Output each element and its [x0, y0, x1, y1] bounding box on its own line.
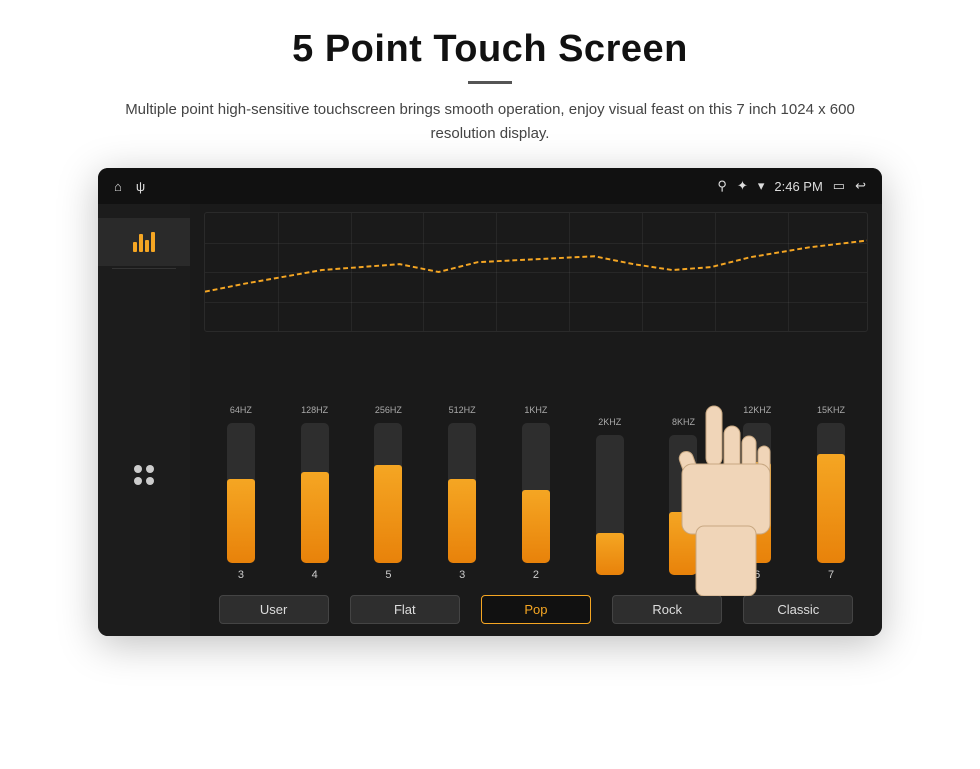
- page-wrapper: 5 Point Touch Screen Multiple point high…: [0, 0, 980, 636]
- slider-fill-0: [227, 479, 255, 563]
- sidebar-divider: [112, 268, 176, 269]
- title-divider: [468, 81, 512, 84]
- slider-col-12khz[interactable]: 12KHZ 6: [743, 405, 771, 581]
- sidebar-item-equalizer[interactable]: [98, 218, 190, 266]
- status-right: ⚲ ✦ ▾ 2:46 PM ▭ ↩: [717, 178, 866, 194]
- subtitle: Multiple point high-sensitive touchscree…: [120, 98, 860, 146]
- freq-label-6: 8KHZ: [672, 417, 695, 427]
- apps-icon: [134, 465, 154, 485]
- sliders-section: 64HZ 3 128HZ 4 256HZ 5 512HZ 3 1KHZ 2 2KHZ 8KHZ 12KH…: [204, 342, 868, 585]
- status-time: 2:46 PM: [774, 179, 822, 194]
- freq-label-8: 15KHZ: [817, 405, 845, 415]
- eq-graph: [204, 212, 868, 332]
- eq-curve-svg: [205, 213, 867, 331]
- slider-track-6[interactable]: [669, 435, 697, 575]
- slider-col-15khz[interactable]: 15KHZ 7: [817, 405, 845, 581]
- slider-col-128hz[interactable]: 128HZ 4: [301, 405, 329, 581]
- sidebar-item-apps[interactable]: [98, 451, 190, 499]
- slider-value-2: 5: [385, 569, 391, 581]
- home-icon: ⌂: [114, 179, 122, 194]
- slider-col-8khz[interactable]: 8KHZ: [669, 417, 697, 581]
- location-icon: ⚲: [717, 178, 727, 194]
- slider-track-8[interactable]: [817, 423, 845, 563]
- preset-btn-rock[interactable]: Rock: [612, 595, 722, 624]
- slider-col-64hz[interactable]: 64HZ 3: [227, 405, 255, 581]
- usb-icon: ψ: [136, 179, 145, 194]
- slider-value-4: 2: [533, 569, 539, 581]
- slider-value-8: 7: [828, 569, 834, 581]
- slider-fill-3: [448, 479, 476, 563]
- slider-fill-2: [374, 465, 402, 563]
- slider-fill-6: [669, 512, 697, 575]
- slider-fill-7: [743, 462, 771, 563]
- slider-track-4[interactable]: [522, 423, 550, 563]
- eq-area: 64HZ 3 128HZ 4 256HZ 5 512HZ 3 1KHZ 2 2KHZ 8KHZ 12KH…: [190, 204, 882, 636]
- preset-buttons: User Flat Pop Rock Classic: [204, 595, 868, 624]
- slider-track-7[interactable]: [743, 423, 771, 563]
- device-frame: ⌂ ψ ⚲ ✦ ▾ 2:46 PM ▭ ↩: [98, 168, 882, 636]
- slider-fill-4: [522, 490, 550, 563]
- slider-fill-5: [596, 533, 624, 575]
- slider-value-0: 3: [238, 569, 244, 581]
- freq-label-7: 12KHZ: [743, 405, 771, 415]
- slider-track-2[interactable]: [374, 423, 402, 563]
- freq-label-1: 128HZ: [301, 405, 328, 415]
- main-content: 64HZ 3 128HZ 4 256HZ 5 512HZ 3 1KHZ 2 2KHZ 8KHZ 12KH…: [98, 204, 882, 636]
- freq-label-5: 2KHZ: [598, 417, 621, 427]
- freq-label-0: 64HZ: [230, 405, 252, 415]
- slider-fill-8: [817, 454, 845, 563]
- slider-col-256hz[interactable]: 256HZ 5: [374, 405, 402, 581]
- slider-col-2khz[interactable]: 2KHZ: [596, 417, 624, 581]
- status-bar: ⌂ ψ ⚲ ✦ ▾ 2:46 PM ▭ ↩: [98, 168, 882, 204]
- bluetooth-icon: ✦: [737, 178, 748, 194]
- page-title: 5 Point Touch Screen: [292, 28, 688, 71]
- back-icon: ↩: [855, 178, 866, 194]
- slider-track-1[interactable]: [301, 423, 329, 563]
- preset-btn-pop[interactable]: Pop: [481, 595, 591, 624]
- slider-fill-1: [301, 472, 329, 563]
- slider-col-1khz[interactable]: 1KHZ 2: [522, 405, 550, 581]
- preset-btn-classic[interactable]: Classic: [743, 595, 853, 624]
- battery-icon: ▭: [833, 178, 845, 194]
- slider-value-3: 3: [459, 569, 465, 581]
- slider-value-7: 6: [754, 569, 760, 581]
- slider-track-0[interactable]: [227, 423, 255, 563]
- slider-col-512hz[interactable]: 512HZ 3: [448, 405, 476, 581]
- sliders-row: 64HZ 3 128HZ 4 256HZ 5 512HZ 3 1KHZ 2 2KHZ 8KHZ 12KH…: [204, 342, 868, 585]
- status-left: ⌂ ψ: [114, 179, 145, 194]
- slider-track-3[interactable]: [448, 423, 476, 563]
- freq-label-4: 1KHZ: [524, 405, 547, 415]
- equalizer-icon: [133, 232, 155, 252]
- freq-label-2: 256HZ: [375, 405, 402, 415]
- wifi-icon: ▾: [758, 178, 765, 194]
- freq-label-3: 512HZ: [449, 405, 476, 415]
- preset-btn-user[interactable]: User: [219, 595, 329, 624]
- slider-track-5[interactable]: [596, 435, 624, 575]
- preset-btn-flat[interactable]: Flat: [350, 595, 460, 624]
- slider-value-1: 4: [312, 569, 318, 581]
- sidebar: [98, 204, 190, 636]
